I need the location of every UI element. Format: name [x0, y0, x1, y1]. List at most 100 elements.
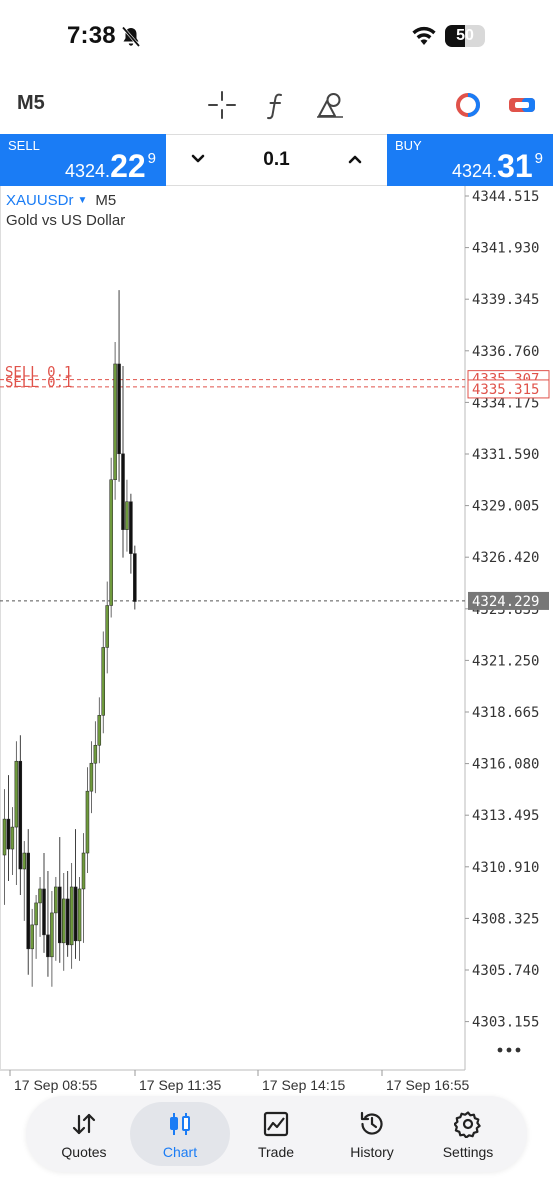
nav-settings-label: Settings	[442, 1144, 494, 1160]
bell-muted-icon	[121, 26, 141, 47]
sell-price-sup: 9	[147, 150, 156, 167]
candle-body	[77, 888, 82, 942]
candle-body	[18, 760, 23, 870]
symbol-dropdown-icon[interactable]: ▼	[78, 195, 88, 206]
symbol-name[interactable]: XAUUSDr	[6, 192, 74, 209]
candle-body	[50, 912, 54, 958]
candle-body	[22, 852, 26, 870]
y-tick-label: 4329.005	[472, 499, 539, 515]
wifi-icon	[412, 26, 436, 45]
buy-price-main: 4324.	[452, 161, 498, 181]
candle-body	[10, 826, 15, 850]
y-tick-label: 4308.325	[472, 911, 539, 927]
y-tick-label: 4316.080	[472, 757, 539, 773]
history-icon	[360, 1111, 383, 1135]
candlestick-chart[interactable]: 4344.5154341.9304339.3454336.7604334.175…	[0, 186, 553, 1096]
candle-body	[113, 363, 117, 481]
buy-label: BUY	[395, 138, 422, 153]
candle-body	[129, 501, 133, 554]
candle-body	[133, 553, 137, 602]
candle-body	[93, 744, 98, 764]
sell-price: 4324. 22 9	[65, 150, 156, 182]
nav-history[interactable]: History	[322, 1102, 422, 1166]
y-tick-label: 4310.910	[472, 860, 539, 876]
y-tick-label: 4336.760	[472, 344, 539, 360]
candle-body	[117, 363, 121, 455]
buy-price-big: 31	[497, 148, 533, 184]
nav-history-label: History	[350, 1144, 394, 1160]
volume-control: 0.1	[166, 134, 387, 186]
battery-level-text: 50	[456, 27, 474, 44]
sell-order-label: SELL 0.1	[5, 375, 72, 391]
candle-body	[73, 886, 78, 942]
candle-body	[89, 762, 94, 792]
y-tick-label: 4341.930	[472, 241, 539, 257]
y-tick-label: 4344.515	[472, 189, 539, 205]
y-tick-label: 4326.420	[472, 550, 539, 566]
candle-body	[58, 886, 62, 944]
y-tick-label: 4331.590	[472, 447, 539, 463]
candle-body	[105, 605, 109, 648]
bottom-navigation: Quotes Chart Trade History Settings	[26, 1096, 527, 1172]
x-tick-label: 17 Sep 14:15	[262, 1077, 346, 1093]
buy-price: 4324. 31 9	[452, 150, 543, 182]
candle-body	[26, 852, 30, 950]
candle-body	[30, 924, 34, 950]
candle-body	[14, 760, 19, 828]
price-chart-area[interactable]: 4344.515 4341.930 4339.345 4336.760 4334.175…	[0, 186, 553, 1096]
sell-price-big: 22	[110, 148, 146, 184]
candle-body	[109, 479, 113, 606]
candle-body	[85, 790, 90, 854]
nav-quotes-label: Quotes	[61, 1144, 107, 1160]
settings-icon	[454, 1111, 481, 1138]
x-tick-label: 17 Sep 11:35	[139, 1077, 221, 1093]
volume-increase-chevron-up-icon[interactable]	[343, 147, 367, 171]
y-tick-label: 4313.495	[472, 808, 539, 824]
candle-body	[54, 886, 58, 914]
candle-body	[121, 453, 125, 530]
x-tick-label: 17 Sep 16:55	[386, 1077, 470, 1093]
chart-icon	[170, 1113, 190, 1135]
candle-body	[2, 818, 7, 856]
status-bar: 7:38 50	[0, 0, 553, 72]
candle-body	[38, 888, 42, 904]
sell-label: SELL	[8, 138, 40, 153]
function-icon[interactable]	[262, 90, 292, 120]
nav-quotes[interactable]: Quotes	[34, 1102, 134, 1166]
x-tick-label: 17 Sep 08:55	[14, 1077, 98, 1093]
nav-chart-label: Chart	[162, 1144, 198, 1160]
candle-body	[34, 902, 38, 926]
indicator-toggle-icon[interactable]	[453, 90, 483, 120]
y-tick-label: 4321.250	[472, 653, 539, 669]
sell-price-main: 4324.	[65, 161, 111, 181]
sell-button[interactable]: SELL 4324. 22 9	[0, 134, 166, 186]
candle-body	[101, 647, 105, 716]
buy-button[interactable]: BUY 4324. 31 9	[387, 134, 553, 186]
candle-body	[125, 501, 129, 530]
buy-price-sup: 9	[534, 150, 543, 167]
one-click-trade-panel: SELL 4324. 22 9 0.1 BUY 4324. 31 9	[0, 134, 553, 186]
status-time: 7:38	[67, 22, 116, 49]
symbol-timeframe: M5	[95, 192, 117, 209]
quotes-icon	[72, 1113, 96, 1135]
candle-body	[62, 898, 66, 944]
order-price-tag-text: 4335.315	[472, 382, 539, 398]
candle-body	[81, 852, 86, 890]
crosshair-icon[interactable]	[207, 90, 237, 120]
nav-chart[interactable]: Chart	[130, 1102, 230, 1166]
nav-trade[interactable]: Trade	[226, 1102, 326, 1166]
chart-toolbar: M5	[0, 78, 553, 130]
symbol-selector[interactable]: XAUUSDr ▼ M5	[6, 192, 116, 209]
candle-body	[97, 715, 102, 746]
y-tick-label: 4303.155	[472, 1015, 539, 1031]
y-tick-label: 4318.665	[472, 705, 539, 721]
nav-trade-label: Trade	[257, 1144, 295, 1160]
one-click-trading-icon[interactable]	[507, 90, 537, 120]
y-tick-label: 4305.740	[472, 963, 539, 979]
objects-icon[interactable]	[315, 90, 345, 120]
timeframe-button[interactable]: M5	[17, 92, 45, 115]
more-options-icon[interactable]	[495, 1044, 523, 1056]
candle-body	[6, 818, 11, 850]
nav-settings[interactable]: Settings	[418, 1102, 518, 1166]
candle-body	[69, 886, 74, 946]
